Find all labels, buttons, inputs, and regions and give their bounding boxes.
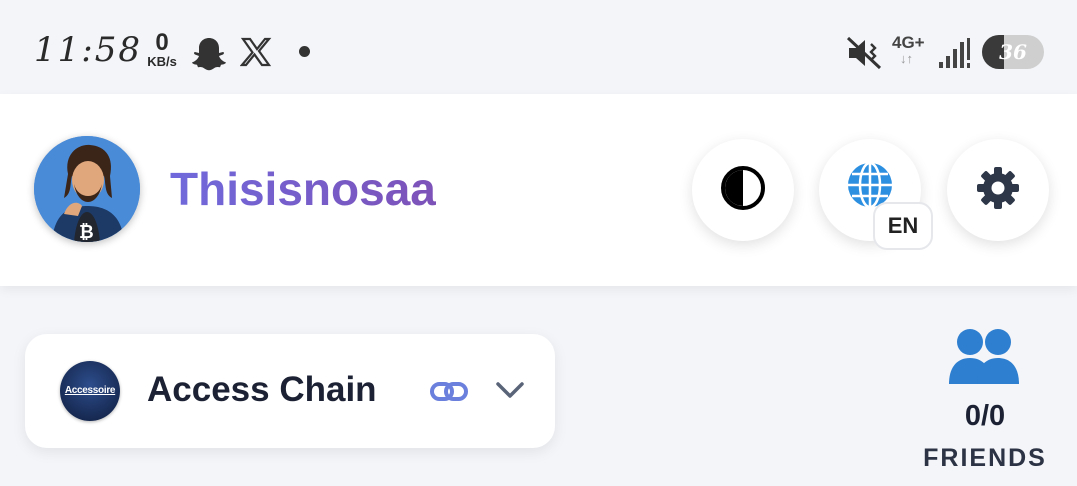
status-bar: 11:58 0 KB/s 4G+ ↓↑ 36	[0, 0, 1077, 94]
mute-icon	[846, 36, 884, 75]
network-arrows: ↓↑	[900, 51, 913, 66]
signal-icon	[938, 36, 972, 75]
network-type: 4G+ ↓↑	[892, 34, 925, 66]
net-speed: 0 KB/s	[140, 29, 184, 70]
network-label: 4G+	[892, 33, 925, 52]
chain-logo: Accessoire	[60, 361, 120, 421]
link-icon[interactable]	[429, 378, 469, 411]
username: Thisisnosaa	[170, 163, 436, 215]
gear-icon	[974, 164, 1022, 217]
friends-count: 0/0	[964, 400, 1006, 432]
avatar-image: ₿	[34, 136, 140, 242]
users-icon[interactable]	[948, 326, 1020, 391]
snapchat-ghost-icon	[190, 36, 228, 77]
settings-button[interactable]	[947, 139, 1049, 241]
avatar[interactable]: ₿	[34, 136, 140, 242]
theme-toggle-button[interactable]	[692, 139, 794, 241]
clock: 11:58	[34, 30, 142, 70]
chevron-down-icon[interactable]	[495, 378, 525, 407]
notification-dot-icon	[299, 46, 310, 57]
friends-label: FRIENDS	[923, 444, 1047, 472]
battery-level: 36	[999, 40, 1027, 64]
chain-name: Access Chain	[147, 370, 377, 409]
net-speed-value: 0	[155, 29, 169, 56]
app-header: ₿ Thisisnosaa EN	[0, 94, 1077, 286]
x-logo-icon	[239, 36, 272, 73]
battery-indicator: 36	[982, 35, 1044, 69]
net-speed-unit: KB/s	[147, 54, 177, 69]
theme-toggle-icon	[719, 164, 767, 217]
svg-text:₿: ₿	[79, 222, 94, 242]
chain-selector[interactable]: Accessoire Access Chain	[25, 334, 555, 448]
language-code-badge: EN	[873, 202, 933, 250]
